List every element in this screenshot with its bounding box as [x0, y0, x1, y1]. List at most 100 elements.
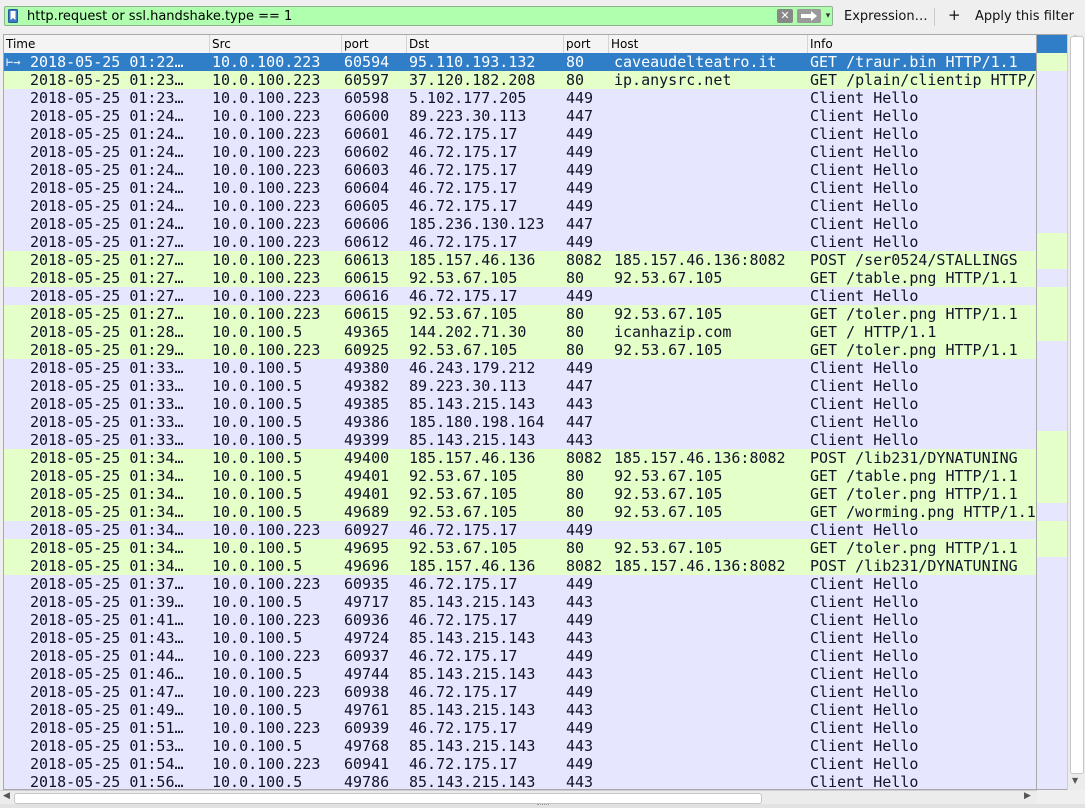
plus-icon[interactable]: + — [948, 6, 961, 24]
cell-dport: 449 — [566, 143, 594, 161]
table-row[interactable]: 2018-05-25 01:54… 10.0.100.223 60941 46.72.… — [4, 755, 1036, 773]
scroll-right-icon[interactable]: ▶ — [1024, 791, 1031, 801]
table-row[interactable]: 2018-05-25 01:33… 10.0.100.5 49399 85.143.2… — [4, 431, 1036, 449]
pane-splitter[interactable] — [0, 804, 1085, 808]
table-row[interactable]: 2018-05-25 01:24… 10.0.100.223 60603 46.72.… — [4, 161, 1036, 179]
cell-dst: 46.72.175.17 — [409, 647, 518, 665]
chevron-down-icon[interactable]: ▾ — [823, 9, 833, 23]
table-row[interactable]: 2018-05-25 01:53… 10.0.100.5 49768 85.143.2… — [4, 737, 1036, 755]
cell-src: 10.0.100.223 — [212, 197, 321, 215]
table-row[interactable]: 2018-05-25 01:27… 10.0.100.223 60615 92.53.… — [4, 305, 1036, 323]
table-row[interactable]: 2018-05-25 01:27… 10.0.100.223 60615 92.53.… — [4, 269, 1036, 287]
scroll-down-icon[interactable]: ▼ — [1072, 776, 1078, 785]
table-row[interactable]: 2018-05-25 01:37… 10.0.100.223 60935 46.72.… — [4, 575, 1036, 593]
table-row[interactable]: 2018-05-25 01:34… 10.0.100.5 49401 92.53.67… — [4, 485, 1036, 503]
column-header-src[interactable]: Src — [210, 35, 342, 53]
cell-info: Client Hello — [810, 773, 919, 790]
table-row[interactable]: 2018-05-25 01:51… 10.0.100.223 60939 46.72.… — [4, 719, 1036, 737]
cell-sport: 49380 — [344, 359, 390, 377]
vertical-scrollbar-thumb[interactable] — [1070, 36, 1084, 774]
cell-sport: 49768 — [344, 737, 390, 755]
table-row[interactable]: 2018-05-25 01:28… 10.0.100.5 49365 144.202.… — [4, 323, 1036, 341]
table-row[interactable]: 2018-05-25 01:33… 10.0.100.5 49382 89.223.3… — [4, 377, 1036, 395]
table-row[interactable]: 2018-05-25 01:41… 10.0.100.223 60936 46.72.… — [4, 611, 1036, 629]
cell-info: Client Hello — [810, 719, 919, 737]
table-row[interactable]: 2018-05-25 01:27… 10.0.100.223 60616 46.72.… — [4, 287, 1036, 305]
table-row[interactable]: 2018-05-25 01:34… 10.0.100.5 49400 185.157.… — [4, 449, 1036, 467]
column-header-dst[interactable]: Dst — [407, 35, 564, 53]
table-row[interactable]: 2018-05-25 01:49… 10.0.100.5 49761 85.143.2… — [4, 701, 1036, 719]
clear-filter-icon[interactable]: ✕ — [777, 9, 793, 23]
table-row[interactable]: 2018-05-25 01:24… 10.0.100.223 60606 185.23… — [4, 215, 1036, 233]
table-row[interactable]: 2018-05-25 01:34… 10.0.100.5 49401 92.53.67… — [4, 467, 1036, 485]
cell-dst: 46.72.175.17 — [409, 719, 518, 737]
table-row[interactable]: 2018-05-25 01:33… 10.0.100.5 49380 46.243.1… — [4, 359, 1036, 377]
apply-arrow-icon[interactable] — [797, 9, 821, 23]
filter-input[interactable] — [27, 8, 772, 24]
table-row[interactable]: 2018-05-25 01:33… 10.0.100.5 49385 85.143.2… — [4, 395, 1036, 413]
cell-dst: 92.53.67.105 — [409, 305, 518, 323]
table-row[interactable]: 2018-05-25 01:34… 10.0.100.5 49689 92.53.67… — [4, 503, 1036, 521]
column-header-info[interactable]: Info — [808, 35, 1036, 53]
cell-dst: 5.102.177.205 — [409, 89, 527, 107]
cell-src: 10.0.100.5 — [212, 467, 303, 485]
table-row[interactable]: 2018-05-25 01:24… 10.0.100.223 60605 46.72.… — [4, 197, 1036, 215]
bookmark-icon[interactable] — [8, 9, 18, 23]
cell-dst: 92.53.67.105 — [409, 485, 518, 503]
table-row[interactable]: ⊢→ 2018-05-25 01:22… 10.0.100.223 60594 95.1… — [4, 53, 1036, 71]
cell-src: 10.0.100.223 — [212, 143, 321, 161]
table-row[interactable]: 2018-05-25 01:33… 10.0.100.5 49386 185.180.… — [4, 413, 1036, 431]
minimap-mark — [1037, 521, 1067, 539]
table-row[interactable]: 2018-05-25 01:43… 10.0.100.5 49724 85.143.2… — [4, 629, 1036, 647]
cell-time: 2018-05-25 01:47… — [30, 683, 184, 701]
cell-dst: 185.236.130.123 — [409, 215, 545, 233]
table-row[interactable]: 2018-05-25 01:46… 10.0.100.5 49744 85.143.2… — [4, 665, 1036, 683]
table-row[interactable]: 2018-05-25 01:29… 10.0.100.223 60925 92.53.… — [4, 341, 1036, 359]
cell-dst: 46.72.175.17 — [409, 233, 518, 251]
table-row[interactable]: 2018-05-25 01:24… 10.0.100.223 60600 89.223… — [4, 107, 1036, 125]
cell-dport: 80 — [566, 503, 585, 521]
display-filter-field[interactable]: ✕ ▾ — [4, 6, 833, 26]
table-row[interactable]: 2018-05-25 01:34… 10.0.100.5 49695 92.53.67… — [4, 539, 1036, 557]
table-row[interactable]: 2018-05-25 01:24… 10.0.100.223 60604 46.72.… — [4, 179, 1036, 197]
table-row[interactable]: 2018-05-25 01:39… 10.0.100.5 49717 85.143.2… — [4, 593, 1036, 611]
horizontal-scrollbar[interactable]: ◀ ▶ — [0, 790, 1037, 804]
cell-host: 92.53.67.105 — [614, 341, 723, 359]
cell-time: 2018-05-25 01:23… — [30, 71, 184, 89]
table-row[interactable]: 2018-05-25 01:24… 10.0.100.223 60602 46.72.… — [4, 143, 1036, 161]
column-headers: Time Src port Dst port Host Info — [4, 35, 1036, 54]
packet-rows: ⊢→ 2018-05-25 01:22… 10.0.100.223 60594 95.1… — [4, 53, 1036, 790]
cell-time: 2018-05-25 01:33… — [30, 431, 184, 449]
table-row[interactable]: 2018-05-25 01:23… 10.0.100.223 60598 5.102.… — [4, 89, 1036, 107]
table-row[interactable]: 2018-05-25 01:34… 10.0.100.5 49696 185.157.… — [4, 557, 1036, 575]
expression-button[interactable]: Expression… — [844, 9, 928, 24]
table-row[interactable]: 2018-05-25 01:27… 10.0.100.223 60612 46.72.… — [4, 233, 1036, 251]
column-header-src-port[interactable]: port — [342, 35, 407, 53]
cell-dport: 449 — [566, 287, 594, 305]
table-row[interactable]: 2018-05-25 01:23… 10.0.100.223 60597 37.120… — [4, 71, 1036, 89]
cell-sport: 49689 — [344, 503, 390, 521]
table-row[interactable]: 2018-05-25 01:24… 10.0.100.223 60601 46.72.… — [4, 125, 1036, 143]
column-header-host[interactable]: Host — [609, 35, 808, 53]
cell-time: 2018-05-25 01:24… — [30, 143, 184, 161]
table-row[interactable]: 2018-05-25 01:56… 10.0.100.5 49786 85.143.2… — [4, 773, 1036, 790]
table-row[interactable]: 2018-05-25 01:27… 10.0.100.223 60613 185.15… — [4, 251, 1036, 269]
cell-sport: 49400 — [344, 449, 390, 467]
packet-minimap[interactable] — [1037, 34, 1067, 790]
column-header-dst-port[interactable]: port — [564, 35, 609, 53]
table-row[interactable]: 2018-05-25 01:47… 10.0.100.223 60938 46.72.… — [4, 683, 1036, 701]
column-header-time[interactable]: Time — [4, 35, 210, 53]
apply-this-filter-button[interactable]: Apply this filter — [975, 9, 1074, 24]
splitter-grip-icon[interactable] — [537, 804, 549, 808]
horizontal-scrollbar-thumb[interactable] — [14, 793, 762, 804]
cell-src: 10.0.100.5 — [212, 701, 303, 719]
cell-sport: 49761 — [344, 701, 390, 719]
vertical-scrollbar[interactable]: ▲ ▼ — [1067, 33, 1085, 790]
packet-list[interactable]: Time Src port Dst port Host Info ⊢→ 2018-… — [3, 34, 1037, 790]
cell-sport: 60925 — [344, 341, 390, 359]
cell-time: 2018-05-25 01:28… — [30, 323, 184, 341]
table-row[interactable]: 2018-05-25 01:44… 10.0.100.223 60937 46.72.… — [4, 647, 1036, 665]
cell-host: 185.157.46.136:8082 — [614, 251, 786, 269]
scroll-left-icon[interactable]: ◀ — [3, 791, 10, 801]
table-row[interactable]: 2018-05-25 01:34… 10.0.100.223 60927 46.72.… — [4, 521, 1036, 539]
